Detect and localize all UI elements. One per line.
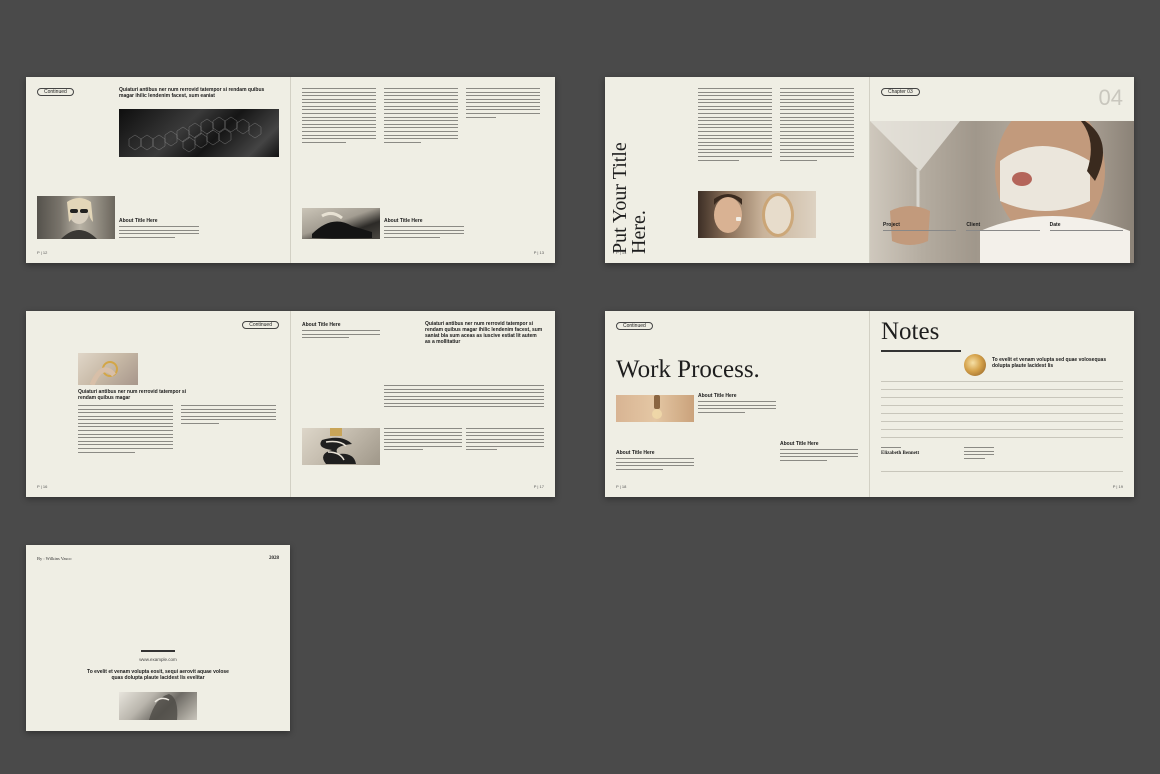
note-line (881, 397, 1123, 398)
note-line (881, 381, 1123, 382)
contact-info (964, 447, 994, 461)
note-line (881, 471, 1123, 472)
notes-rule (881, 350, 961, 352)
spread-4[interactable]: Continued Work Process. About Title Here… (605, 311, 1134, 497)
about-body-c (616, 458, 694, 472)
year: 2028 (269, 556, 279, 561)
page-number: P | 19 (1112, 484, 1123, 489)
about-title-a: About Title Here (698, 393, 737, 399)
note-line (881, 405, 1123, 406)
continued-label: Continued (616, 322, 653, 330)
serum-photo (616, 395, 694, 422)
author-name: Elizabeth Bennett (881, 451, 920, 456)
cocktail-portrait-photo (870, 121, 1134, 263)
about-body-b (780, 449, 858, 463)
closing-statement: To evelit et venam volupta eosit, sequi … (87, 669, 229, 681)
body-column-1 (78, 405, 173, 455)
note-line (881, 389, 1123, 390)
hexagon-photo (119, 109, 279, 157)
page-13: About Title Here P | 13 (290, 77, 555, 263)
woman-sunglasses-photo (37, 196, 115, 239)
date-label: Date (1049, 222, 1061, 228)
about-title: About Title Here (384, 218, 423, 224)
continued-label: Continued (37, 88, 74, 96)
page-16: Continued Quiaturi antibus ner num rerro… (26, 311, 290, 497)
author-credit: By : Wilkins Vasco (37, 556, 72, 561)
body-column-2 (384, 428, 462, 453)
back-cover[interactable]: By : Wilkins Vasco 2028 www.example.com … (26, 545, 290, 731)
section-title: Work Process. (616, 356, 760, 383)
about-title-b: About Title Here (780, 441, 819, 447)
divider (141, 650, 175, 652)
page-12: Continued Quiaturi antibus ner num rerro… (26, 77, 290, 263)
page-number: P | 14 (616, 250, 627, 255)
intro-heading: Quiaturi antibus ner num rerrovid tatemp… (78, 389, 187, 401)
spread-2[interactable]: Put Your Title Here. P | 14 Chapter 03 0… (605, 77, 1134, 263)
note-line (881, 437, 1123, 438)
intro-heading: Quiaturi antibus ner num rerrovid tatemp… (119, 87, 265, 99)
jewelry-hand-photo (78, 353, 138, 385)
body-column-1 (698, 88, 772, 163)
page-number: P | 18 (616, 484, 627, 489)
about-body (302, 330, 380, 341)
page-number: P | 13 (533, 250, 544, 255)
body-column-3 (466, 428, 544, 453)
chapter-label: Chapter 03 (881, 88, 920, 96)
skincare-photo (698, 191, 816, 238)
note-line (881, 429, 1123, 430)
project-details: Project Client Date (883, 222, 1123, 231)
page-15: Chapter 03 04 Project Client Date (869, 77, 1134, 263)
notes-title: Notes (881, 318, 940, 345)
page-19: Notes To evelit et venam volupta sed qua… (869, 311, 1134, 497)
page-number: P | 16 (37, 484, 48, 489)
shoes-photo (302, 208, 380, 239)
page-14: Put Your Title Here. P | 14 (605, 77, 869, 263)
body-main (384, 385, 544, 410)
project-label: Project (883, 222, 900, 228)
notes-intro: To evelit et venam volupta sed quae volo… (992, 357, 1107, 369)
body-column-3 (466, 88, 540, 120)
client-label: Client (966, 222, 981, 228)
about-body-a (698, 401, 776, 415)
back-cover-page: By : Wilkins Vasco 2028 www.example.com … (26, 545, 290, 731)
closing-photo (119, 692, 197, 720)
sculpture-photo (302, 428, 380, 465)
spread-3[interactable]: Continued Quiaturi antibus ner num rerro… (26, 311, 555, 497)
product-circle-photo (964, 354, 986, 376)
chapter-number: 04 (1098, 85, 1123, 110)
about-title: About Title Here (302, 322, 341, 328)
spread-1[interactable]: Continued Quiaturi antibus ner num rerro… (26, 77, 555, 263)
body-column-1 (302, 88, 376, 145)
pull-quote: Quiaturi antibus ner num rerrovid tatemp… (425, 321, 543, 345)
about-body (119, 226, 199, 240)
page-number: P | 12 (37, 250, 48, 255)
page-17: About Title Here Quiaturi antibus ner nu… (290, 311, 555, 497)
page-number: P | 17 (533, 484, 544, 489)
body-column-2 (181, 405, 276, 426)
note-line (881, 421, 1123, 422)
about-body (384, 226, 464, 240)
body-column-2 (384, 88, 458, 145)
website[interactable]: www.example.com (26, 657, 290, 662)
about-title: About Title Here (119, 218, 158, 224)
about-title-c: About Title Here (616, 450, 655, 456)
continued-label: Continued (242, 321, 279, 329)
body-column-2 (780, 88, 854, 163)
page-18: Continued Work Process. About Title Here… (605, 311, 869, 497)
vertical-title: Put Your Title Here. (609, 142, 650, 254)
note-line (881, 413, 1123, 414)
